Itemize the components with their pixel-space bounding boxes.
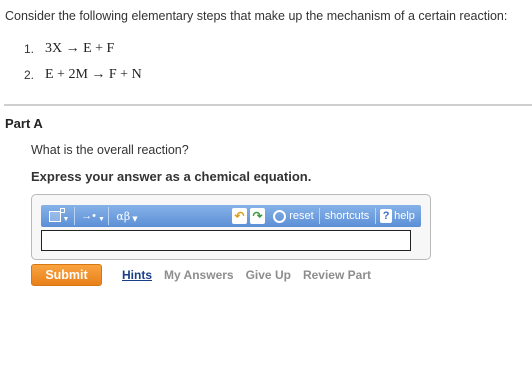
step-number: 2.: [24, 68, 35, 82]
shortcuts-button[interactable]: shortcuts: [321, 207, 373, 225]
chevron-down-icon: ▼: [62, 215, 70, 223]
reset-label: reset: [289, 210, 314, 222]
undo-button[interactable]: ↶: [232, 208, 247, 224]
chevron-down-icon: ▼: [97, 215, 105, 223]
section-divider: [4, 104, 532, 106]
template-icon: [48, 207, 65, 222]
help-button[interactable]: ? help: [377, 207, 418, 225]
editor-toolbar: ▼ →• ▼ αβ ▼ ↶ ↷ reset shortcuts ? help: [41, 205, 421, 227]
templates-button[interactable]: ▼: [44, 207, 75, 225]
toolbar-separator: [375, 208, 376, 224]
redo-icon: ↷: [252, 209, 263, 223]
review-part-link[interactable]: Review Part: [303, 268, 371, 282]
question-text: What is the overall reaction?: [31, 143, 189, 157]
reaction-arrow-icon: →•: [81, 210, 96, 222]
step-equation: E + 2M → F + N: [45, 67, 142, 82]
my-answers-link[interactable]: My Answers: [164, 268, 234, 282]
answer-actions: Hints My Answers Give Up Review Part: [122, 268, 383, 282]
step-number: 1.: [24, 42, 35, 56]
answer-instruction: Express your answer as a chemical equati…: [31, 169, 312, 184]
undo-icon: ↶: [234, 209, 245, 223]
hints-link[interactable]: Hints: [122, 268, 152, 282]
chevron-down-icon: ▼: [132, 215, 138, 223]
greek-letters-button[interactable]: αβ ▼: [112, 207, 142, 225]
give-up-link[interactable]: Give Up: [246, 268, 291, 282]
arrows-button[interactable]: →• ▼: [78, 207, 109, 225]
part-title: Part A: [5, 116, 43, 131]
greek-letters-label: αβ: [116, 209, 131, 223]
toolbar-separator: [319, 208, 320, 224]
submit-button[interactable]: Submit: [31, 264, 102, 286]
problem-intro: Consider the following elementary steps …: [5, 9, 508, 23]
shortcuts-label: shortcuts: [324, 210, 370, 222]
mechanism-steps: 1. 3X → E + F 2. E + 2M → F + N: [24, 36, 142, 88]
step-item: 1. 3X → E + F: [24, 36, 142, 62]
step-equation: 3X → E + F: [45, 41, 115, 56]
help-icon: ?: [380, 209, 393, 223]
step-item: 2. E + 2M → F + N: [24, 62, 142, 88]
reset-icon: [273, 209, 287, 223]
answer-input[interactable]: [41, 230, 411, 251]
reset-button[interactable]: reset: [270, 207, 317, 225]
chemistry-editor: ▼ →• ▼ αβ ▼ ↶ ↷ reset shortcuts ? help: [31, 194, 431, 260]
redo-button[interactable]: ↷: [250, 208, 265, 224]
help-label: help: [394, 210, 415, 222]
